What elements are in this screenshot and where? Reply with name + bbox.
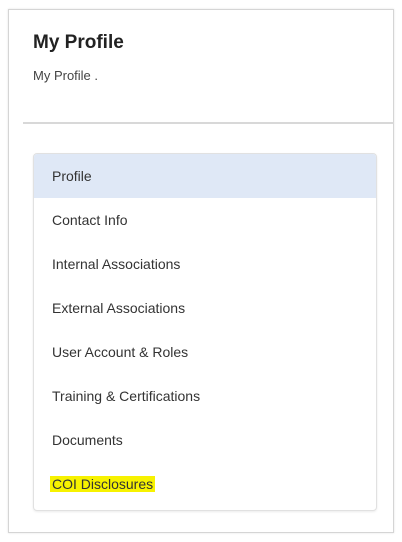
sidebar-item-training-certifications[interactable]: Training & Certifications [34, 374, 376, 418]
page-title: My Profile [33, 32, 124, 53]
sidebar-item-label: Training & Certifications [52, 388, 201, 404]
sidebar-item-internal-associations[interactable]: Internal Associations [34, 242, 376, 286]
sidebar-item-label: Documents [52, 432, 123, 448]
profile-panel: My Profile My Profile . Profile Contact … [8, 9, 394, 533]
breadcrumb: My Profile . [33, 68, 99, 83]
profile-nav-menu: Profile Contact Info Internal Associatio… [33, 153, 377, 511]
sidebar-item-external-associations[interactable]: External Associations [34, 286, 376, 330]
sidebar-item-label: Internal Associations [52, 256, 181, 272]
sidebar-item-coi-disclosures[interactable]: COI Disclosures [34, 462, 376, 506]
page-header: My Profile My Profile . [9, 10, 393, 122]
sidebar-item-label: COI Disclosures [50, 476, 156, 492]
sidebar-item-profile[interactable]: Profile [34, 154, 376, 198]
sidebar-item-label: External Associations [52, 300, 186, 316]
sidebar-item-label: User Account & Roles [52, 344, 189, 360]
sidebar-item-user-account-roles[interactable]: User Account & Roles [34, 330, 376, 374]
sidebar-item-documents[interactable]: Documents [34, 418, 376, 462]
sidebar-item-label: Contact Info [52, 212, 128, 228]
header-divider [23, 122, 394, 124]
sidebar-item-contact-info[interactable]: Contact Info [34, 198, 376, 242]
sidebar-item-label: Profile [52, 168, 92, 184]
